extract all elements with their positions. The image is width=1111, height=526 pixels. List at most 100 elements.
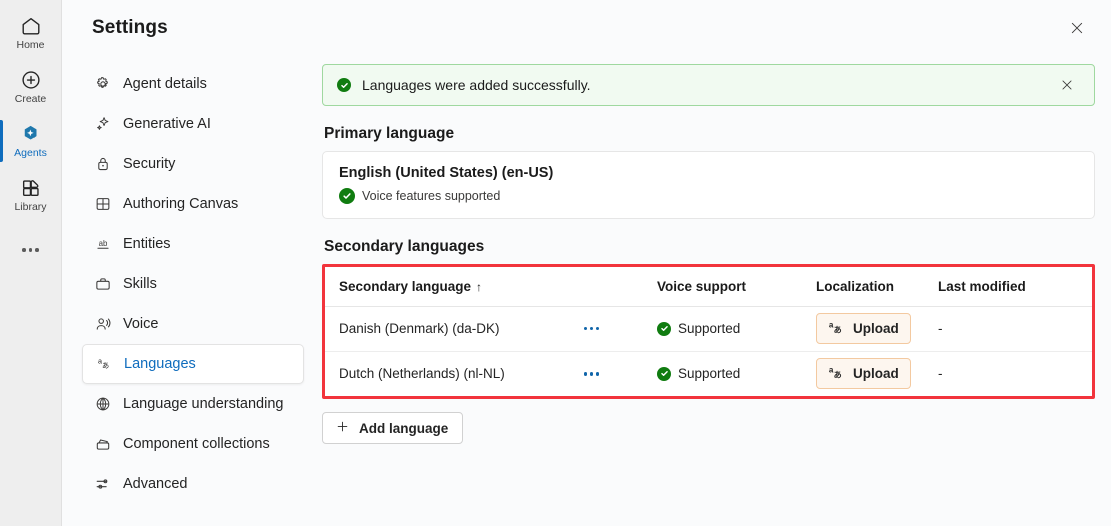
rail-item-create[interactable]: Create [0,60,62,114]
sidebar-item-voice[interactable]: Voice [82,304,304,344]
dot [595,372,599,376]
primary-language-name: English (United States) (en-US) [339,165,554,181]
sidebar-item-entities[interactable]: ab Entities [82,224,304,264]
panel-header: Settings [62,0,1111,56]
column-header-label: Voice support [657,278,747,294]
sidebar-item-languages[interactable]: a あ Languages [82,344,304,384]
cell-localization: a あ Upload [802,351,924,396]
library-icon [20,177,42,199]
dot [595,326,599,331]
table-row[interactable]: Danish (Denmark) (da-DK) Supported a あ U… [325,306,1092,352]
agents-sparkle-icon [20,123,42,145]
sidebar-item-label: Generative AI [123,116,211,132]
cell-language: Dutch (Netherlands) (nl-NL) [325,351,643,396]
success-check-icon [337,78,351,92]
close-button[interactable] [1061,12,1093,44]
rail-item-home[interactable]: Home [0,6,62,60]
rail-more-button[interactable] [0,228,62,272]
cell-localization: a あ Upload [802,306,924,352]
rail-item-agents-label: Agents [14,147,47,160]
svg-text:あ: あ [834,371,842,380]
plus-icon [335,419,350,437]
translate-icon: a あ [95,355,113,373]
sidebar-item-label: Advanced [123,476,188,492]
row-overflow-menu-button[interactable] [578,322,606,336]
rail-item-agents[interactable]: Agents [0,114,62,168]
sidebar-item-label: Component collections [123,436,270,452]
lock-icon [94,155,112,173]
add-language-button[interactable]: Add language [322,412,464,444]
upload-localization-button[interactable]: a あ Upload [816,358,911,390]
sidebar-item-security[interactable]: Security [82,144,304,184]
svg-text:あ: あ [834,326,842,335]
primary-voice-status-label: Voice features supported [362,189,501,203]
translate-icon: a あ [828,319,845,338]
column-header-label: Localization [816,278,895,294]
ab-underline-icon: ab [94,235,112,253]
panel-body: Agent details Generative AI Security Aut… [62,56,1111,526]
gear-icon [94,75,112,93]
rail-item-library[interactable]: Library [0,168,62,222]
table-row[interactable]: Dutch (Netherlands) (nl-NL) Supported a … [325,351,1092,396]
page-title: Settings [92,17,168,38]
briefcase-icon [94,275,112,293]
sidebar-item-skills[interactable]: Skills [82,264,304,304]
sidebar-item-generative-ai[interactable]: Generative AI [82,104,304,144]
sort-ascending-icon: ↑ [476,279,483,294]
rail-item-library-label: Library [14,201,47,214]
sidebar-item-label: Entities [123,236,171,252]
dot [589,326,593,331]
close-icon [1062,80,1072,90]
language-name: Danish (Denmark) (da-DK) [339,321,500,336]
voice-person-icon [94,315,112,333]
sidebar-item-label: Authoring Canvas [123,196,239,212]
sidebar-item-label: Skills [123,276,157,292]
column-header-secondary-language[interactable]: Secondary language ↑ [325,267,643,307]
translate-icon: a あ [828,364,845,383]
primary-voice-status: Voice features supported [339,188,1078,204]
sidebar-item-component-collections[interactable]: Component collections [82,424,304,464]
dot [28,248,33,252]
settings-content: Languages were added successfully. Prima… [316,56,1111,526]
dot [583,372,587,376]
column-header-label: Secondary language [339,278,472,294]
success-alert: Languages were added successfully. [322,64,1095,106]
app-rail: Home Create Agents Library [0,0,62,526]
table-header-row: Secondary language ↑ Voice support Locali… [325,267,1092,307]
settings-panel: Settings Agent details Generative AI Sec… [62,0,1111,526]
secondary-languages-heading: Secondary languages [324,238,485,255]
cell-language: Danish (Denmark) (da-DK) [325,306,643,352]
alert-dismiss-button[interactable] [1054,72,1080,98]
sidebar-item-advanced[interactable]: Advanced [82,464,304,504]
column-header-voice-support[interactable]: Voice support [643,267,802,307]
cell-last-modified: - [938,366,943,382]
success-check-icon [657,321,671,336]
rail-item-create-label: Create [14,93,47,106]
secondary-languages-table-highlight: Secondary language ↑ Voice support Locali… [322,264,1095,399]
row-overflow-menu-button[interactable] [578,367,606,381]
column-header-localization[interactable]: Localization [802,267,924,307]
sidebar-item-language-understanding[interactable]: Language understanding [82,384,304,424]
dot [583,326,587,331]
sidebar-item-authoring-canvas[interactable]: Authoring Canvas [82,184,304,224]
sidebar-item-label: Agent details [123,76,207,92]
sliders-icon [94,475,112,493]
cell-last-modified: - [924,306,1092,352]
sidebar-item-label: Language understanding [123,396,284,412]
upload-button-label: Upload [853,366,899,382]
primary-language-heading: Primary language [324,125,455,142]
upload-localization-button[interactable]: a あ Upload [816,313,911,344]
sidebar-item-agent-details[interactable]: Agent details [82,64,304,104]
collections-icon [94,435,112,453]
alert-message: Languages were added successfully. [362,77,591,93]
primary-language-card: English (United States) (en-US) Voice fe… [322,151,1095,219]
home-icon [20,15,42,37]
secondary-languages-table: Secondary language ↑ Voice support Locali… [325,267,1092,396]
voice-support-label: Supported [678,366,741,382]
sidebar-item-label: Security [123,156,176,172]
column-header-last-modified[interactable]: Last modified [924,267,1092,307]
close-icon [1071,22,1083,34]
column-header-label: Last modified [938,278,1026,294]
svg-text:あ: あ [102,361,109,370]
dot [589,372,593,376]
